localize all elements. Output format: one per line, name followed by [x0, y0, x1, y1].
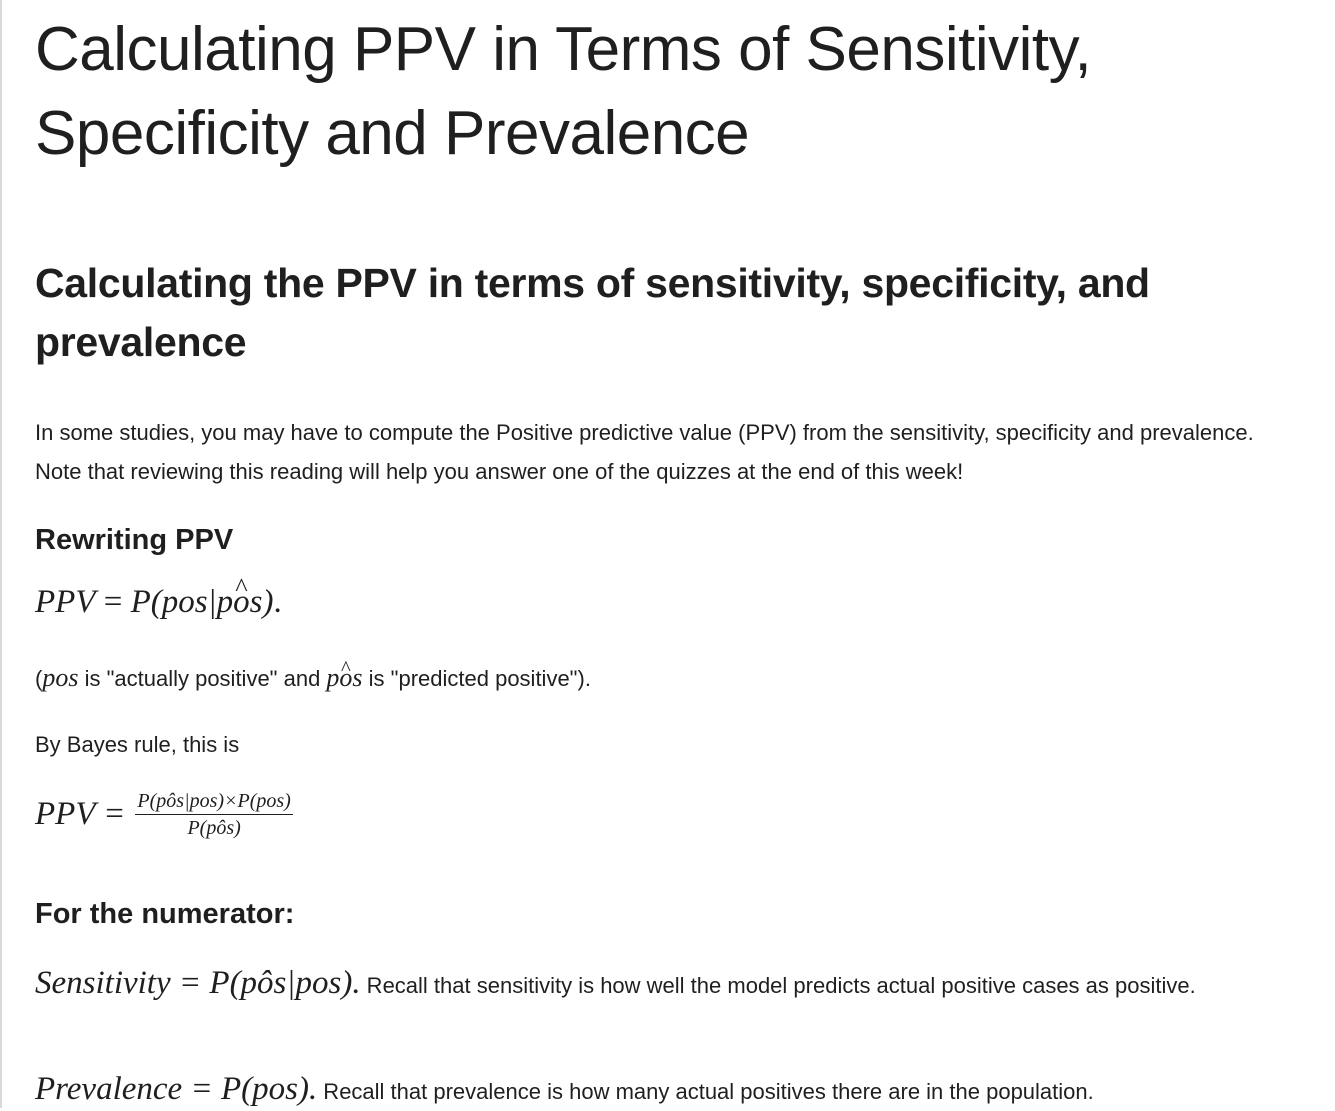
pos-definition-note: (pos is "actually positive" and pos is "… — [35, 658, 591, 698]
ppv-rhs-prefix: P(pos|p — [130, 584, 234, 620]
note-phat-prefix: p — [326, 663, 340, 692]
note-predicted-pos-symbol: pos — [326, 663, 362, 692]
bayes-ppv-equation: PPV = P(pôs|pos)×P(pos) P(pôs) — [35, 786, 293, 842]
numerator-heading: For the numerator: — [35, 898, 295, 930]
prevalence-rhs: = P(pos) — [182, 1071, 309, 1107]
bayes-fraction: P(pôs|pos)×P(pos) P(pôs) — [135, 789, 293, 840]
bayes-denominator: P(pôs) — [187, 816, 241, 839]
intro-paragraph: In some studies, you may have to compute… — [35, 420, 1254, 484]
ppv-equals: = — [95, 584, 131, 620]
sensitivity-rhs: = P(pôs|pos) — [170, 965, 353, 1001]
ppv-lhs: PPV — [35, 584, 96, 620]
bayes-numerator: P(pôs|pos)×P(pos) — [135, 789, 293, 815]
ppv-definition-equation: PPV = P(pos|pos). — [35, 584, 282, 621]
note-phat-suffix: s — [352, 663, 363, 692]
bayes-lhs: PPV = — [35, 795, 126, 832]
sensitivity-paragraph: Sensitivity = P(pôs|pos). Recall that se… — [35, 964, 1295, 1005]
rewriting-ppv-heading: Rewriting PPV — [35, 524, 234, 556]
ppv-rhs-hat-o: o — [233, 584, 250, 621]
prevalence-explanation: Recall that prevalence is how many actua… — [317, 1079, 1094, 1104]
page-title: Calculating PPV in Terms of Sensitivity,… — [35, 15, 1092, 168]
note-pos-symbol: pos — [42, 663, 79, 692]
note-mid-text: is "actually positive" and — [78, 666, 327, 691]
sensitivity-period: . — [352, 965, 361, 1001]
prevalence-paragraph: Prevalence = P(pos). Recall that prevale… — [35, 1070, 1295, 1111]
prevalence-period: . — [308, 1071, 318, 1107]
note-end-text: is "predicted positive"). — [362, 666, 591, 691]
prevalence-lhs: Prevalence — [35, 1071, 183, 1107]
sensitivity-explanation: Recall that sensitivity is how well the … — [360, 973, 1196, 998]
ppv-rhs-suffix: s) — [249, 584, 274, 620]
ppv-period: . — [273, 584, 282, 620]
note-phat-hat-o: o — [339, 658, 352, 697]
sensitivity-lhs: Sensitivity — [35, 965, 171, 1001]
bayes-intro-text: By Bayes rule, this is — [35, 732, 240, 757]
section-title: Calculating the PPV in terms of sensitiv… — [35, 260, 1150, 365]
content-left-border — [0, 0, 2, 1108]
